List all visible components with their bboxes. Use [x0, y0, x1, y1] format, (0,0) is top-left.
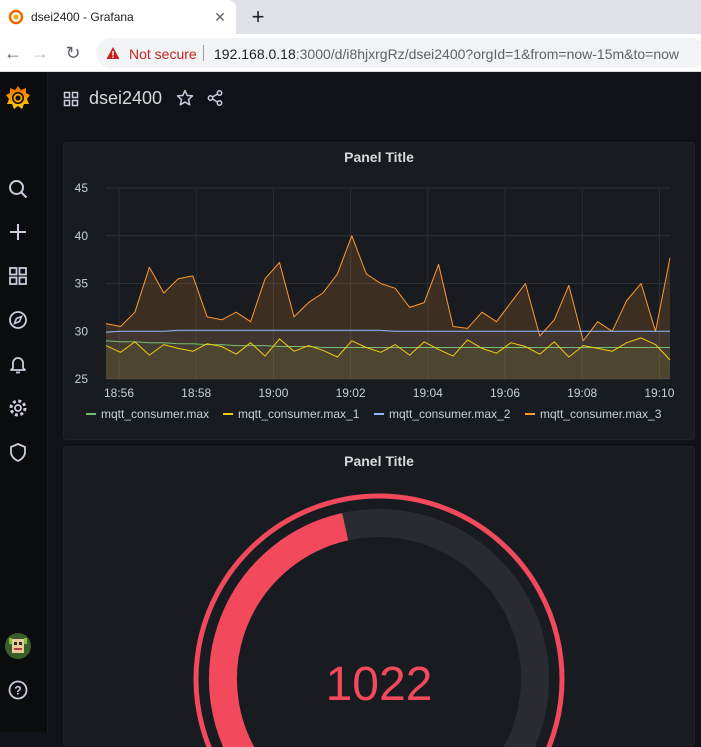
- avatar[interactable]: [5, 633, 31, 659]
- legend-swatch: [86, 413, 96, 415]
- graph-panel-title[interactable]: Panel Title: [64, 149, 694, 165]
- x-tick-label: 19:08: [567, 386, 597, 400]
- gauge-value: 1022: [325, 658, 433, 711]
- x-tick-label: 18:58: [181, 386, 211, 400]
- gauge-track: [342, 509, 550, 747]
- legend-label: mqtt_consumer.max_2: [389, 407, 511, 421]
- address-separator: [203, 45, 204, 61]
- x-tick-label: 19:04: [413, 386, 443, 400]
- dashboard-title[interactable]: dsei2400: [89, 88, 162, 109]
- legend-swatch: [223, 413, 233, 415]
- y-tick-label: 45: [75, 181, 89, 195]
- dashboards-icon[interactable]: [7, 265, 29, 287]
- browser-tab[interactable]: dsei2400 - Grafana ✕: [0, 0, 236, 34]
- plus-icon[interactable]: [7, 221, 29, 243]
- close-tab-icon[interactable]: ✕: [211, 8, 229, 26]
- y-tick-label: 30: [75, 324, 89, 338]
- tab-title: dsei2400 - Grafana: [31, 10, 134, 24]
- y-tick-label: 35: [75, 277, 89, 291]
- address-bar[interactable]: Not secure 192.168.0.18:3000/d/i8hjxrgRz…: [96, 38, 701, 68]
- back-icon[interactable]: ←: [0, 40, 26, 66]
- x-tick-label: 19:10: [644, 386, 674, 400]
- dashboard-main: dsei2400 Panel Title 25 30 35 40 45 18:56 18:5…: [48, 72, 701, 747]
- x-tick-label: 19:06: [490, 386, 520, 400]
- grafana-logo[interactable]: [4, 84, 32, 112]
- legend-label: mqtt_consumer.max_3: [540, 407, 662, 421]
- share-icon[interactable]: [206, 89, 224, 107]
- x-tick-label: 19:00: [258, 386, 288, 400]
- url-text[interactable]: 192.168.0.18:3000/d/i8hjxrgRz/dsei2400?o…: [214, 46, 679, 62]
- dashboard-grid-icon[interactable]: [63, 91, 79, 107]
- legend-label: mqtt_consumer.max: [101, 407, 210, 421]
- side-menu: ?: [0, 72, 48, 732]
- svg-text:?: ?: [14, 684, 21, 698]
- graph-panel[interactable]: Panel Title 25 30 35 40 45 18:56 18:58 19:00 19:…: [63, 142, 695, 440]
- help-icon[interactable]: ?: [7, 679, 29, 701]
- grafana-favicon-icon: [8, 9, 24, 25]
- legend-swatch: [374, 413, 384, 415]
- new-tab-icon[interactable]: +: [246, 5, 270, 29]
- legend-label: mqtt_consumer.max_1: [238, 407, 360, 421]
- forward-icon[interactable]: →: [27, 40, 53, 66]
- shield-icon[interactable]: [7, 441, 29, 463]
- warning-icon: [106, 47, 120, 59]
- legend-swatch: [525, 413, 535, 415]
- configuration-icon[interactable]: [7, 397, 29, 419]
- url-path: :3000/d/i8hjxrgRz/dsei2400?orgId=1&from=…: [295, 46, 680, 62]
- alerting-icon[interactable]: [7, 353, 29, 375]
- browser-tab-bar: dsei2400 - Grafana ✕ +: [0, 0, 701, 34]
- y-tick-label: 40: [75, 229, 89, 243]
- x-tick-label: 19:02: [336, 386, 366, 400]
- search-icon[interactable]: [7, 178, 29, 200]
- x-tick-label: 18:56: [104, 386, 134, 400]
- security-label[interactable]: Not secure: [129, 46, 197, 62]
- gauge-panel[interactable]: Panel Title 1022: [63, 446, 695, 747]
- browser-toolbar: ← → ↻ Not secure 192.168.0.18:3000/d/i8h…: [0, 34, 701, 72]
- reload-icon[interactable]: ↻: [60, 40, 86, 66]
- timeseries-chart[interactable]: 25 30 35 40 45 18:56 18:58 19:00 19:02 19:04 19:06…: [64, 171, 694, 407]
- url-host: 192.168.0.18: [214, 46, 296, 62]
- y-tick-label: 25: [75, 372, 89, 386]
- explore-icon[interactable]: [7, 309, 29, 331]
- star-icon[interactable]: [176, 89, 194, 107]
